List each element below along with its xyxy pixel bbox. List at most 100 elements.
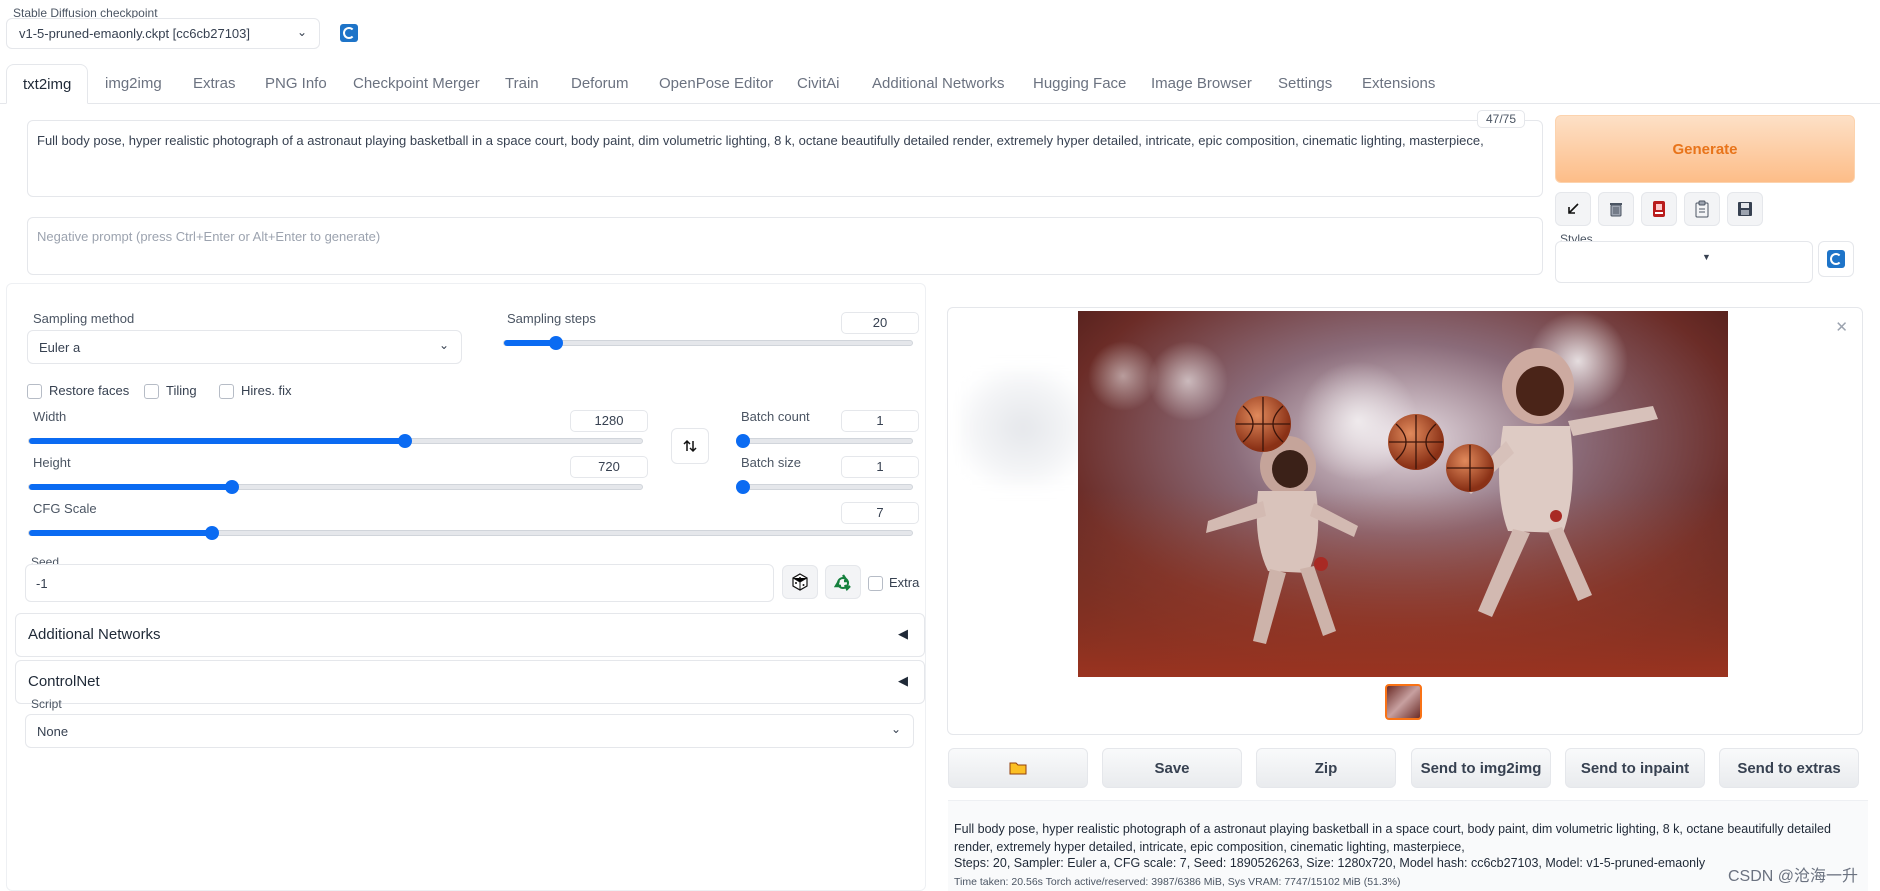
tab-additional-networks[interactable]: Additional Networks xyxy=(870,64,1007,104)
batch-size-label: Batch size xyxy=(741,455,801,470)
tab-extensions[interactable]: Extensions xyxy=(1360,64,1437,104)
slider-thumb[interactable] xyxy=(736,434,750,448)
close-icon[interactable]: ✕ xyxy=(1835,318,1848,336)
sampling-method-dropdown[interactable]: Euler a ⌄ xyxy=(27,330,462,364)
save-style-icon[interactable] xyxy=(1727,192,1763,226)
additional-networks-accordion[interactable]: Additional Networks ◀ xyxy=(15,613,925,657)
tab-settings[interactable]: Settings xyxy=(1276,64,1334,104)
batch-count-label: Batch count xyxy=(741,409,810,424)
extra-seed-label: Extra xyxy=(889,575,920,590)
restore-faces-checkbox[interactable] xyxy=(27,384,42,399)
refresh-icon xyxy=(1827,250,1845,268)
generate-button[interactable]: Generate xyxy=(1555,115,1855,183)
cfg-scale-label: CFG Scale xyxy=(33,501,97,516)
negative-prompt-placeholder: Negative prompt (press Ctrl+Enter or Alt… xyxy=(37,229,381,244)
tab-txt2img[interactable]: txt2img xyxy=(6,64,89,104)
controlnet-accordion[interactable]: ControlNet ◀ xyxy=(15,660,925,704)
height-label: Height xyxy=(33,455,71,470)
width-slider[interactable] xyxy=(28,434,643,448)
negative-prompt-textarea[interactable]: Negative prompt (press Ctrl+Enter or Alt… xyxy=(27,217,1543,275)
refresh-checkpoint-icon[interactable] xyxy=(340,24,358,42)
random-seed-button[interactable] xyxy=(782,565,818,599)
tab-train[interactable]: Train xyxy=(503,64,541,104)
slider-thumb[interactable] xyxy=(397,434,412,448)
slider-thumb[interactable] xyxy=(549,336,564,350)
reuse-seed-button[interactable] xyxy=(825,565,861,599)
extra-seed-checkbox[interactable] xyxy=(868,576,883,591)
batch-count-input[interactable]: 1 xyxy=(841,410,919,432)
collapse-arrow-icon: ◀ xyxy=(898,673,908,688)
cfg-scale-slider[interactable] xyxy=(28,526,913,540)
prompt-textarea[interactable]: Full body pose, hyper realistic photogra… xyxy=(27,120,1543,197)
tab-image-browser[interactable]: Image Browser xyxy=(1149,64,1254,104)
script-label: Script xyxy=(31,697,62,711)
blurred-preview xyxy=(958,368,1088,488)
prompt-text: Full body pose, hyper realistic photogra… xyxy=(37,133,1484,148)
folder-icon xyxy=(1009,762,1027,775)
slider-thumb[interactable] xyxy=(204,526,219,540)
sampling-steps-slider[interactable] xyxy=(503,336,913,350)
batch-size-slider[interactable] xyxy=(736,480,913,494)
height-input[interactable]: 720 xyxy=(570,456,648,478)
refresh-styles-button[interactable] xyxy=(1818,241,1854,277)
save-button[interactable]: Save xyxy=(1102,748,1242,788)
arrow-down-left-icon[interactable] xyxy=(1555,192,1591,226)
send-to-extras-button[interactable]: Send to extras xyxy=(1719,748,1859,788)
tab-png-info[interactable]: PNG Info xyxy=(263,64,329,104)
generated-image[interactable] xyxy=(1078,311,1728,677)
tab-deforum[interactable]: Deforum xyxy=(569,64,631,104)
height-slider[interactable] xyxy=(28,480,643,494)
hires-fix-label: Hires. fix xyxy=(241,383,292,398)
batch-size-input[interactable]: 1 xyxy=(841,456,919,478)
batch-count-slider[interactable] xyxy=(736,434,913,448)
chevron-down-icon: ⌄ xyxy=(890,722,901,736)
sampling-method-label: Sampling method xyxy=(33,311,135,326)
swap-arrows-icon xyxy=(683,439,697,453)
tab-hugging-face[interactable]: Hugging Face xyxy=(1031,64,1128,104)
script-value: None xyxy=(37,724,69,739)
send-to-img2img-button[interactable]: Send to img2img xyxy=(1411,748,1551,788)
clipboard-icon[interactable] xyxy=(1684,192,1720,226)
chevron-down-icon: ⌄ xyxy=(296,25,307,39)
slider-fill xyxy=(29,438,405,444)
tiling-checkbox[interactable] xyxy=(144,384,159,399)
accordion-title: Additional Networks xyxy=(28,626,161,643)
zip-button[interactable]: Zip xyxy=(1256,748,1396,788)
checkpoint-value: v1-5-pruned-emaonly.ckpt [cc6cb27103] xyxy=(19,26,250,41)
swap-dimensions-button[interactable] xyxy=(671,428,709,464)
thumbnail[interactable] xyxy=(1385,684,1422,720)
tab-civitai[interactable]: CivitAi xyxy=(795,64,842,104)
sampling-steps-input[interactable]: 20 xyxy=(841,312,919,334)
checkpoint-dropdown[interactable]: v1-5-pruned-emaonly.ckpt [cc6cb27103] ⌄ xyxy=(6,18,320,49)
slider-thumb[interactable] xyxy=(736,480,750,494)
tab-openpose-editor[interactable]: OpenPose Editor xyxy=(657,64,775,104)
collapse-arrow-icon: ◀ xyxy=(898,626,908,641)
slider-fill xyxy=(29,530,212,536)
token-counter: 47/75 xyxy=(1477,110,1526,128)
hires-fix-checkbox[interactable] xyxy=(219,384,234,399)
output-gallery: ✕ xyxy=(947,307,1863,735)
chevron-down-icon: ⌄ xyxy=(438,338,449,352)
script-dropdown[interactable]: None ⌄ xyxy=(25,714,914,748)
open-folder-button[interactable] xyxy=(948,748,1088,788)
model-card-icon[interactable] xyxy=(1641,192,1677,226)
info-prompt: Full body pose, hyper realistic photogra… xyxy=(954,822,1831,854)
width-label: Width xyxy=(33,409,67,424)
styles-dropdown[interactable]: ▼ xyxy=(1555,241,1813,283)
info-params: Steps: 20, Sampler: Euler a, CFG scale: … xyxy=(954,856,1706,870)
slider-thumb[interactable] xyxy=(224,480,239,494)
sampling-steps-label: Sampling steps xyxy=(507,311,596,326)
send-to-inpaint-button[interactable]: Send to inpaint xyxy=(1565,748,1705,788)
watermark: CSDN @沧海一升 xyxy=(1728,868,1859,885)
width-input[interactable]: 1280 xyxy=(570,410,648,432)
info-time: Time taken: 20.56s Torch active/reserved… xyxy=(954,876,1401,888)
seed-input[interactable]: -1 xyxy=(25,564,774,602)
tab-img2img[interactable]: img2img xyxy=(103,64,164,104)
tab-extras[interactable]: Extras xyxy=(191,64,238,104)
dice-icon xyxy=(792,573,808,591)
accordion-title: ControlNet xyxy=(28,673,100,690)
trash-icon[interactable] xyxy=(1598,192,1634,226)
cfg-scale-input[interactable]: 7 xyxy=(841,502,919,524)
seed-value: -1 xyxy=(36,576,48,591)
tab-checkpoint-merger[interactable]: Checkpoint Merger xyxy=(351,64,482,104)
